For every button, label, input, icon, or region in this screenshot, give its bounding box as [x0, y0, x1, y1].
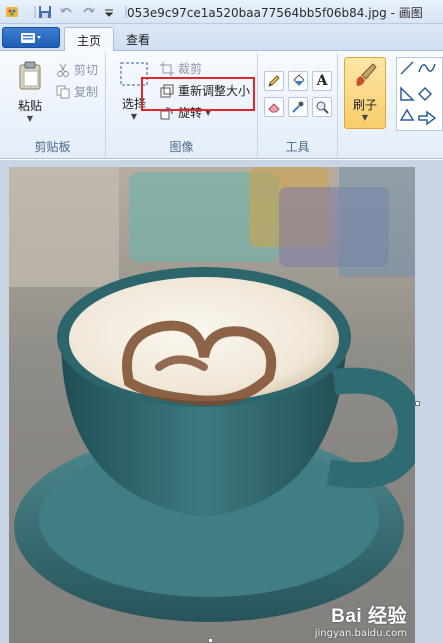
brush-button[interactable]: 刷子 ▼: [344, 57, 386, 129]
ribbon-tabs: 主页 查看: [0, 24, 443, 52]
paste-icon: [19, 61, 41, 90]
image-group-label: 图像: [169, 140, 194, 154]
watermark-main: Bai 经验: [331, 606, 407, 627]
scissors-icon: [57, 63, 69, 77]
shapes-icon: [399, 61, 437, 126]
cut-button[interactable]: 剪切: [56, 61, 98, 78]
brush-dropdown-icon: ▼: [361, 113, 369, 122]
fill-icon[interactable]: [288, 71, 308, 91]
paste-button[interactable]: 粘贴 ▼: [10, 61, 50, 123]
copy-button[interactable]: 复制: [56, 83, 98, 100]
resize-handle-bottom[interactable]: [208, 638, 213, 643]
tab-home-label: 主页: [77, 33, 102, 48]
eraser-icon[interactable]: [264, 97, 284, 117]
crop-label: 裁剪: [178, 62, 203, 76]
paste-label: 粘贴: [17, 99, 42, 113]
baidu-watermark: Bai 经验 jingyan.baidu.com: [315, 601, 407, 639]
crop-button[interactable]: 裁剪: [160, 60, 202, 77]
paint-menu-button[interactable]: [2, 27, 60, 48]
tools-group-label: 工具: [285, 140, 310, 154]
cut-label: 剪切: [74, 63, 99, 77]
paint-app-icon[interactable]: [3, 3, 21, 21]
tab-view[interactable]: 查看: [114, 27, 162, 51]
paste-dropdown-icon: ▼: [26, 114, 34, 123]
shapes-gallery[interactable]: [396, 57, 443, 131]
copy-label: 复制: [74, 85, 99, 99]
menu-icon: [21, 32, 41, 43]
window-title: 053e9c97ce1a520baa77564bb5f06b84.jpg - 画…: [127, 6, 423, 20]
color-picker-icon[interactable]: [288, 97, 308, 117]
brush-label: 刷子: [352, 98, 377, 112]
select-dropdown-icon: ▼: [130, 112, 138, 121]
clipboard-group-label: 剪贴板: [34, 140, 71, 154]
save-icon[interactable]: [36, 3, 54, 21]
brush-icon: [356, 63, 377, 86]
magnifier-icon[interactable]: [312, 97, 332, 117]
coffee-cup-photo: [9, 167, 415, 643]
resize-handle-right[interactable]: [415, 401, 420, 406]
title-bar: 053e9c97ce1a520baa77564bb5f06b84.jpg - 画…: [0, 0, 443, 24]
undo-icon[interactable]: [57, 3, 75, 21]
crop-icon: [160, 61, 174, 76]
clipboard-group: 粘贴 ▼ 剪切 复制 剪贴板: [0, 53, 106, 157]
text-icon[interactable]: A: [312, 71, 332, 91]
tools-group: A 工具: [258, 53, 338, 157]
redo-icon[interactable]: [80, 3, 98, 21]
tab-home[interactable]: 主页: [64, 27, 115, 52]
pencil-icon[interactable]: [264, 71, 284, 91]
quick-access-dropdown-icon[interactable]: [100, 3, 118, 21]
tab-view-label: 查看: [126, 32, 151, 47]
copy-icon: [56, 85, 70, 98]
resize-highlight-box: [141, 77, 255, 111]
watermark-sub: jingyan.baidu.com: [314, 628, 407, 639]
canvas-image[interactable]: Bai 经验 jingyan.baidu.com: [9, 167, 415, 643]
canvas-area: Bai 经验 jingyan.baidu.com: [0, 160, 443, 643]
